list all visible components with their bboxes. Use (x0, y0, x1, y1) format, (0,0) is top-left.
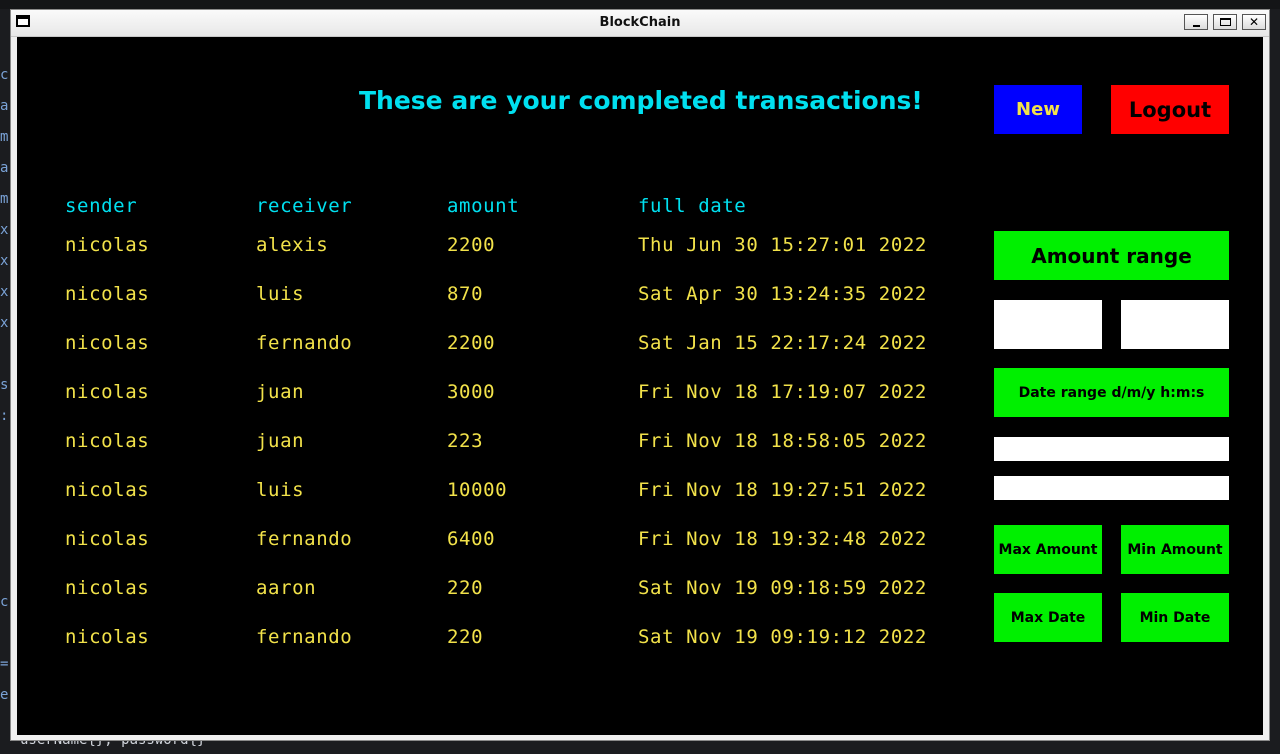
sender-cell: nicolas (65, 283, 150, 305)
amount-range-button[interactable]: Amount range (994, 231, 1229, 280)
date-cell: Fri Nov 18 18:58:05 2022 (638, 430, 927, 452)
amount-cell: 223 (447, 430, 484, 452)
receiver-cell: luis (256, 479, 305, 501)
date-cell: Sat Jan 15 22:17:24 2022 (638, 332, 927, 354)
date-from-input[interactable] (994, 437, 1229, 461)
receiver-cell: fernando (256, 626, 353, 648)
date-cell: Fri Nov 18 19:27:51 2022 (638, 479, 927, 501)
date-cell: Thu Jun 30 15:27:01 2022 (638, 234, 927, 256)
app-window: BlockChain ✕ These are your completed tr… (10, 9, 1270, 741)
amount-cell: 6400 (447, 528, 496, 550)
new-button[interactable]: New (994, 85, 1082, 134)
sender-cell: nicolas (65, 577, 150, 599)
amount-cell: 870 (447, 283, 484, 305)
amount-cell: 3000 (447, 381, 496, 403)
date-cell: Sat Nov 19 09:18:59 2022 (638, 577, 927, 599)
min-amount-button[interactable]: Min Amount (1121, 525, 1229, 574)
title-bar[interactable]: BlockChain ✕ (11, 10, 1269, 37)
sender-cell: nicolas (65, 430, 150, 452)
sender-cell: nicolas (65, 234, 150, 256)
column-header-receiver: receiver (256, 195, 353, 217)
amount-cell: 220 (447, 626, 484, 648)
sender-cell: nicolas (65, 528, 150, 550)
date-cell: Fri Nov 18 19:32:48 2022 (638, 528, 927, 550)
sender-cell: nicolas (65, 626, 150, 648)
close-icon[interactable]: ✕ (1242, 14, 1266, 30)
client-area: These are your completed transactions! N… (17, 37, 1263, 735)
maximize-icon[interactable] (1213, 14, 1237, 30)
window-title: BlockChain (599, 15, 681, 30)
amount-max-input[interactable] (1121, 300, 1229, 349)
sender-cell: nicolas (65, 381, 150, 403)
sender-cell: nicolas (65, 332, 150, 354)
sender-cell: nicolas (65, 479, 150, 501)
minimize-icon[interactable] (1184, 14, 1208, 30)
receiver-cell: luis (256, 283, 305, 305)
amount-cell: 220 (447, 577, 484, 599)
column-header-amount: amount (447, 195, 520, 217)
receiver-cell: juan (256, 381, 305, 403)
receiver-cell: alexis (256, 234, 329, 256)
receiver-cell: juan (256, 430, 305, 452)
date-to-input[interactable] (994, 476, 1229, 500)
date-range-button[interactable]: Date range d/m/y h:m:s (994, 368, 1229, 417)
amount-cell: 10000 (447, 479, 508, 501)
page-title: These are your completed transactions! (359, 86, 923, 115)
date-cell: Fri Nov 18 17:19:07 2022 (638, 381, 927, 403)
amount-cell: 2200 (447, 234, 496, 256)
max-date-button[interactable]: Max Date (994, 593, 1102, 642)
date-cell: Sat Apr 30 13:24:35 2022 (638, 283, 927, 305)
column-header-sender: sender (65, 195, 138, 217)
min-date-button[interactable]: Min Date (1121, 593, 1229, 642)
receiver-cell: aaron (256, 577, 317, 599)
max-amount-button[interactable]: Max Amount (994, 525, 1102, 574)
date-cell: Sat Nov 19 09:19:12 2022 (638, 626, 927, 648)
column-header-full-date: full date (638, 195, 747, 217)
amount-min-input[interactable] (994, 300, 1102, 349)
receiver-cell: fernando (256, 332, 353, 354)
logout-button[interactable]: Logout (1111, 85, 1229, 134)
background-top-strip (0, 0, 1280, 9)
amount-cell: 2200 (447, 332, 496, 354)
receiver-cell: fernando (256, 528, 353, 550)
